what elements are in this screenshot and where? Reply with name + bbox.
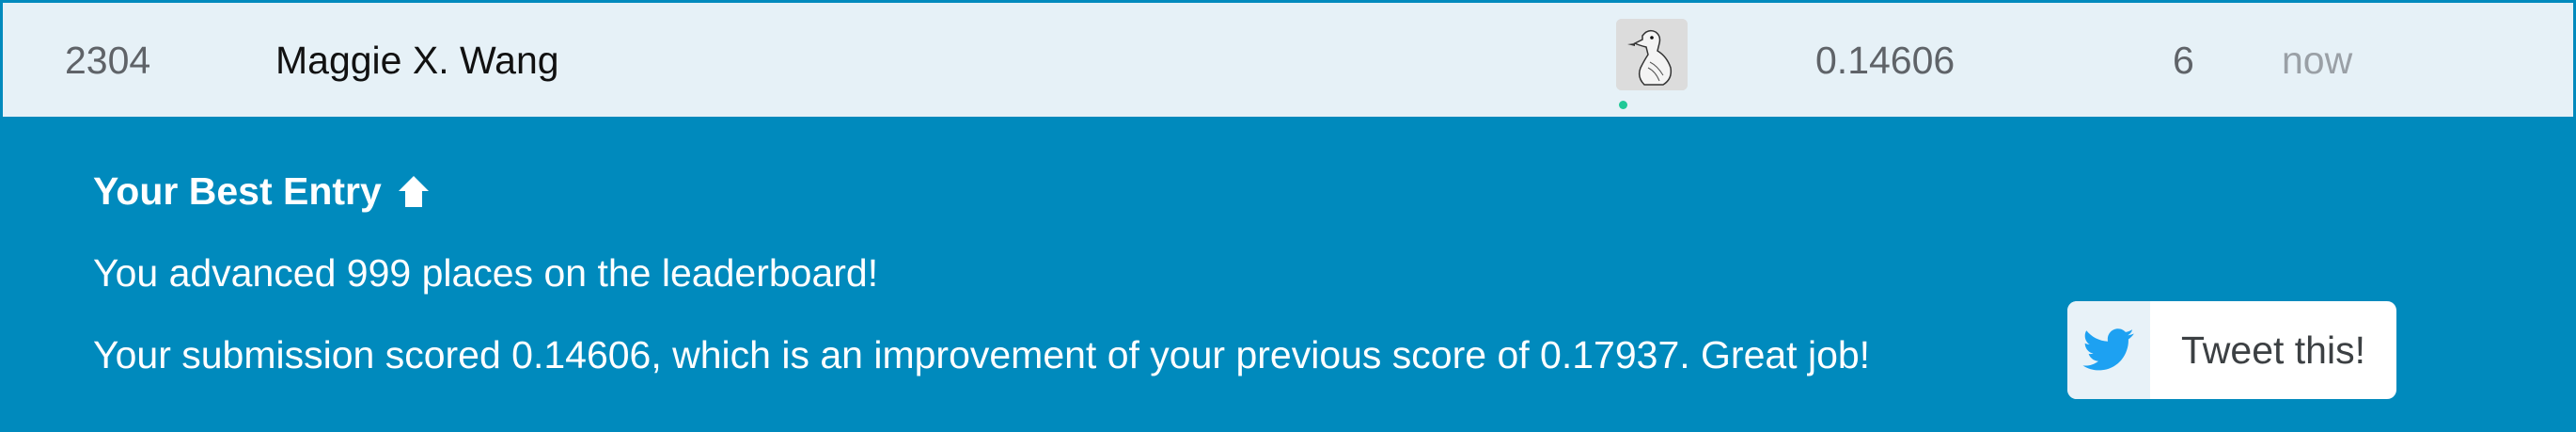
- best-entry-title-text: Your Best Entry: [93, 169, 382, 213]
- score-cell: 0.14606: [1815, 39, 1956, 82]
- best-entry-title: Your Best Entry: [93, 169, 434, 214]
- twitter-bird-icon: [2082, 328, 2134, 371]
- advanced-message: You advanced 999 places on the leaderboa…: [93, 251, 879, 295]
- rank-cell: 2304: [65, 39, 151, 82]
- last-submission-cell: now: [2282, 39, 2353, 82]
- leaderboard-row: 2304 Maggie X. Wang 0.14606 6 now: [3, 3, 2573, 117]
- tweet-button[interactable]: Tweet this!: [2067, 301, 2396, 399]
- tweet-button-label: Tweet this!: [2181, 328, 2365, 372]
- best-entry-panel: Your Best Entry You advanced 999 places …: [3, 117, 2573, 429]
- score-message: Your submission scored 0.14606, which is…: [93, 333, 1871, 376]
- online-status-dot: [1619, 101, 1627, 109]
- tweet-icon-cell: [2067, 301, 2150, 399]
- goose-drawing-icon: [1616, 19, 1688, 90]
- entries-cell: 6: [2173, 39, 2194, 82]
- leaderboard-frame: 2304 Maggie X. Wang 0.14606 6 now Your B…: [0, 0, 2576, 432]
- arrow-up-icon: [398, 175, 429, 207]
- team-name-link[interactable]: Maggie X. Wang: [275, 39, 559, 83]
- goose-avatar-icon[interactable]: [1616, 19, 1688, 90]
